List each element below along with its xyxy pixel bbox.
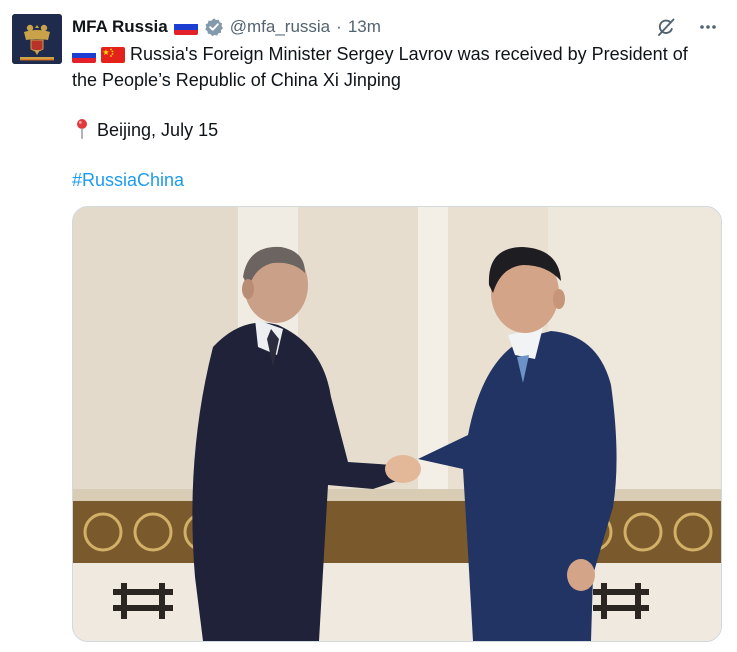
author-handle[interactable]: @mfa_russia (230, 17, 330, 37)
tweet-text: Russia's Foreign Minister Sergey Lavrov … (130, 44, 688, 64)
author-name[interactable]: MFA Russia (72, 17, 168, 37)
grok-icon[interactable] (655, 16, 677, 38)
russia-flag-icon (72, 47, 96, 64)
location-text: Beijing, July 15 (97, 120, 219, 140)
round-pushpin-icon (77, 119, 87, 139)
tweet-photo[interactable] (72, 206, 722, 642)
coat-of-arms-icon (12, 14, 62, 64)
hashtag-line: #RussiaChina (72, 168, 184, 192)
avatar[interactable] (12, 14, 62, 64)
more-icon[interactable] (697, 16, 719, 38)
timestamp[interactable]: 13m (348, 17, 381, 37)
tweet-text-line-1: Russia's Foreign Minister Sergey Lavrov … (72, 42, 688, 66)
china-flag-icon (101, 47, 126, 64)
tweet-actions (655, 14, 719, 40)
verified-badge-icon[interactable] (204, 17, 224, 37)
russia-flag-icon (173, 19, 198, 35)
hashtag-link[interactable]: #RussiaChina (72, 170, 184, 190)
tweet-header: MFA Russia @mfa_russia · 13m (72, 14, 381, 40)
tweet-location-line: Beijing, July 15 (72, 118, 218, 142)
separator-dot: · (336, 17, 342, 36)
tweet-text-line-2: the People’s Republic of China Xi Jinpin… (72, 70, 401, 90)
handshake-photo (73, 207, 721, 641)
